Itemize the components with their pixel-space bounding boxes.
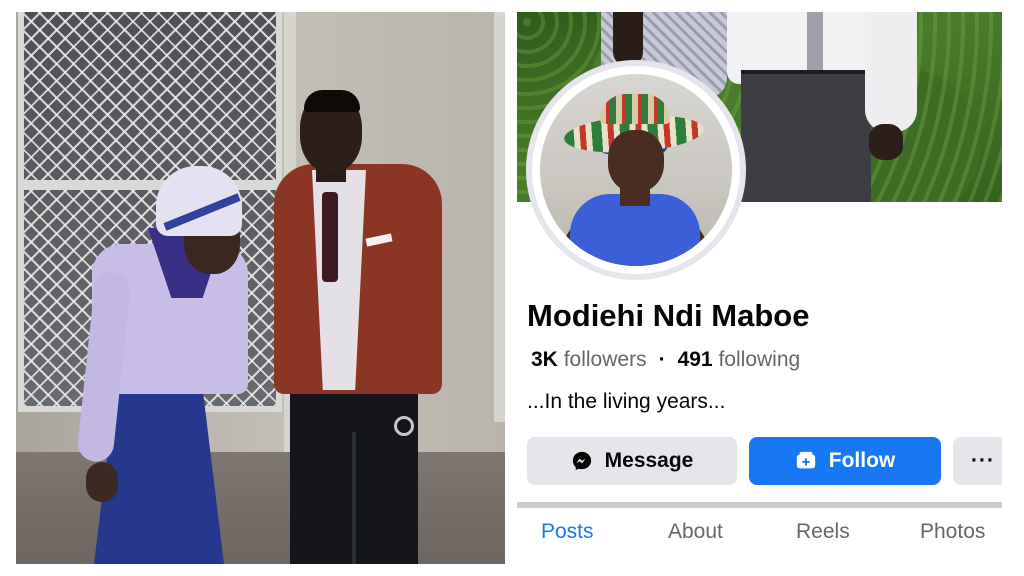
avatar[interactable] — [540, 74, 732, 266]
tab-about[interactable]: About — [668, 520, 723, 544]
trouser-gap — [352, 432, 356, 564]
tab-photos[interactable]: Photos — [920, 520, 985, 544]
tie — [322, 192, 338, 282]
more-dots-icon: ··· — [971, 449, 995, 472]
profile-name: Modiehi Ndi Maboe — [527, 298, 810, 333]
tab-reels[interactable]: Reels — [796, 520, 850, 544]
following-link[interactable]: 491 following — [678, 348, 801, 372]
messenger-icon — [571, 450, 593, 472]
profile-tabs: Posts About Reels Photos — [517, 520, 1002, 560]
right-pillar — [494, 12, 505, 422]
message-button[interactable]: Message — [527, 437, 737, 485]
profile-panel: Modiehi Ndi Maboe 3K followers · 491 fol… — [517, 12, 1002, 564]
profile-bio: ...In the living years... — [527, 390, 726, 413]
stats-separator: · — [658, 348, 666, 371]
followers-link[interactable]: 3K followers — [531, 348, 647, 372]
hair — [304, 90, 360, 112]
avatar-hat-top — [600, 94, 670, 124]
follow-stats: 3K followers · 491 following — [531, 348, 800, 372]
hand — [86, 462, 118, 502]
message-label: Message — [604, 449, 694, 472]
section-divider — [517, 502, 1002, 508]
follow-button[interactable]: Follow — [749, 437, 941, 485]
following-count: 491 — [677, 348, 713, 371]
avatar-face — [608, 130, 664, 192]
cover-sleeve — [865, 12, 917, 132]
following-label: following — [718, 348, 801, 371]
keyring — [394, 416, 414, 436]
tab-posts[interactable]: Posts — [541, 520, 594, 544]
cover-hand — [869, 124, 903, 160]
couple-photo — [16, 12, 505, 564]
more-options-button[interactable]: ··· — [953, 437, 1002, 485]
cover-person-arm — [613, 12, 643, 66]
cover-trousers — [741, 74, 871, 202]
follow-label: Follow — [828, 449, 896, 472]
add-friend-icon — [795, 450, 817, 472]
followers-count: 3K — [531, 348, 558, 371]
followers-label: followers — [563, 348, 647, 371]
